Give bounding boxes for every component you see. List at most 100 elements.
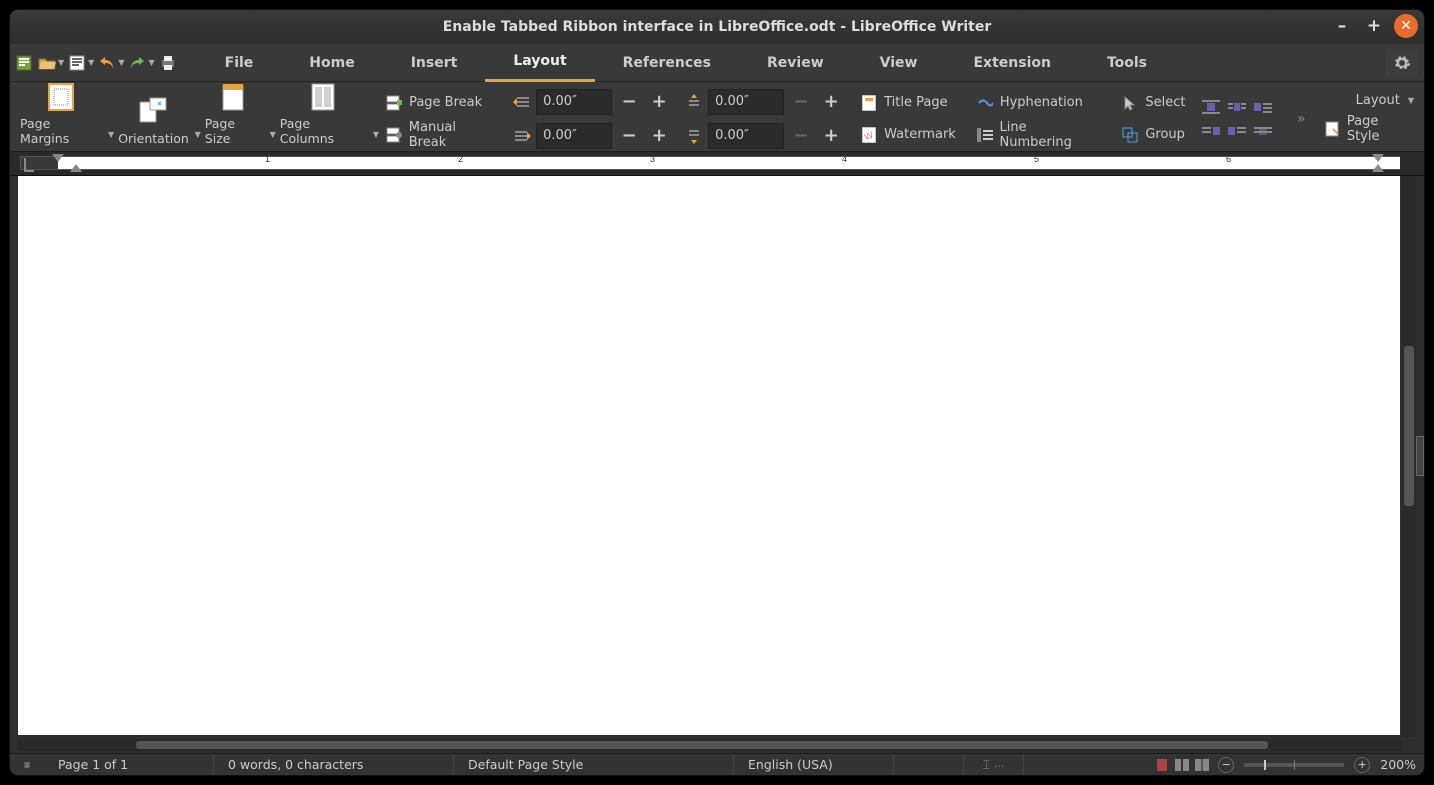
line-numbering-button[interactable]: Line Numbering	[972, 121, 1106, 149]
layout-menu-label: Layout	[1356, 93, 1400, 108]
signature-status[interactable]: ⌶…	[964, 754, 1024, 776]
save-indicator[interactable]	[10, 754, 44, 776]
print-button[interactable]	[157, 49, 179, 77]
zoom-in-button[interactable]: +	[1354, 757, 1370, 773]
tab-layout[interactable]: Layout	[485, 44, 594, 82]
horizontal-scrollbar[interactable]	[18, 739, 1402, 751]
wrap-through-icon[interactable]	[1253, 121, 1273, 141]
cursor-icon	[1121, 94, 1139, 112]
ribbon-overflow-button[interactable]: »	[1291, 86, 1311, 151]
page-style-icon	[1323, 120, 1341, 138]
left-indent-marker[interactable]	[70, 164, 82, 172]
sidebar-toggle[interactable]	[1416, 436, 1424, 476]
page-columns-button[interactable]: Page Columns ▼	[276, 86, 371, 148]
zoom-slider[interactable]	[1244, 763, 1344, 767]
minimize-button[interactable]: –	[1330, 14, 1354, 38]
horizontal-ruler[interactable]: 1 2 3 4 5 6	[10, 152, 1424, 176]
right-margin-marker[interactable]	[1372, 154, 1384, 162]
save-button[interactable]: ▼	[66, 49, 96, 77]
tab-file[interactable]: File	[197, 44, 282, 82]
chevron-down-icon: ▼	[58, 58, 64, 67]
zoom-level[interactable]: 200%	[1380, 757, 1416, 772]
indent-right-increase[interactable]: +	[646, 123, 672, 149]
tab-view[interactable]: View	[852, 44, 946, 82]
orientation-label: Orientation	[118, 131, 189, 146]
tab-home[interactable]: Home	[281, 44, 382, 82]
insert-mode[interactable]	[894, 754, 964, 776]
right-indent-marker[interactable]	[1372, 164, 1384, 172]
page-break-button[interactable]: Page Break	[381, 89, 500, 117]
indent-group: − + − +	[510, 86, 674, 151]
watermark-button[interactable]: W Watermark	[856, 121, 960, 149]
language-status[interactable]: English (USA)	[734, 754, 894, 776]
indent-left-increase[interactable]: +	[646, 89, 672, 115]
wrap-after-icon[interactable]	[1227, 121, 1247, 141]
indent-right-decrease[interactable]: −	[616, 123, 642, 149]
select-button[interactable]: Select	[1117, 89, 1189, 117]
hyphenation-group: Hyphenation Line Numbering	[970, 86, 1108, 151]
vertical-scrollbar-thumb[interactable]	[1404, 346, 1414, 506]
view-mode-icons	[1146, 758, 1218, 772]
layout-menu-button[interactable]: Layout ▼	[1356, 93, 1414, 108]
open-button[interactable]: ▼	[36, 49, 66, 77]
breaks-group: Page Break Manual Break	[379, 86, 502, 151]
word-count[interactable]: 0 words, 0 characters	[214, 754, 454, 776]
first-line-indent-marker[interactable]	[52, 154, 64, 162]
page-style-button[interactable]: Page Style	[1323, 114, 1414, 144]
page-size-button[interactable]: Page Size ▼	[201, 86, 268, 148]
page-margins-button[interactable]: Page Margins ▼	[16, 86, 106, 148]
ruler-number: 5	[1034, 154, 1039, 164]
wrap-before-icon[interactable]	[1201, 121, 1221, 141]
ruler-number: 3	[650, 154, 655, 164]
multi-page-view-icon[interactable]	[1174, 758, 1190, 772]
tab-insert[interactable]: Insert	[383, 44, 486, 82]
menubar-row: ▼ ▼ ▼ ▼ File Home Insert Layout Refe	[10, 44, 1424, 82]
wrap-group	[1199, 86, 1275, 151]
indent-left-decrease[interactable]: −	[616, 89, 642, 115]
ruler-number: 2	[458, 154, 463, 164]
chevron-down-icon: ▼	[88, 58, 94, 67]
maximize-button[interactable]: +	[1362, 14, 1386, 38]
undo-button[interactable]: ▼	[96, 49, 126, 77]
spacing-after-increase[interactable]: +	[818, 123, 844, 149]
title-page-button[interactable]: Title Page	[856, 89, 960, 117]
single-page-view-icon[interactable]	[1154, 758, 1170, 772]
line-numbering-icon	[976, 126, 994, 144]
group-button[interactable]: Group	[1117, 121, 1189, 149]
spacing-before-increase[interactable]: +	[818, 89, 844, 115]
tab-stop-icon[interactable]	[24, 158, 34, 172]
tab-extension[interactable]: Extension	[945, 44, 1078, 82]
page-style-status[interactable]: Default Page Style	[454, 754, 734, 776]
wrap-none-icon[interactable]	[1201, 97, 1221, 117]
orientation-button[interactable]: Orientation ▼	[114, 86, 193, 148]
horizontal-scroll-row	[10, 737, 1424, 753]
redo-button[interactable]: ▼	[126, 49, 156, 77]
page-surface[interactable]	[18, 176, 1400, 735]
close-button[interactable]: ✕	[1394, 14, 1418, 38]
watermark-label: Watermark	[884, 127, 956, 142]
zoom-out-button[interactable]: −	[1218, 757, 1234, 773]
status-bar: Page 1 of 1 0 words, 0 characters Defaul…	[10, 753, 1424, 775]
spacing-after-input[interactable]	[708, 123, 784, 149]
indent-left-input[interactable]	[536, 89, 612, 115]
chevron-down-icon: ▼	[148, 58, 154, 67]
tab-tools[interactable]: Tools	[1079, 44, 1175, 82]
indent-right-input[interactable]	[536, 123, 612, 149]
horizontal-scrollbar-thumb[interactable]	[136, 741, 1268, 749]
tab-review[interactable]: Review	[739, 44, 852, 82]
vertical-scrollbar[interactable]	[1402, 176, 1416, 737]
spacing-before-decrease[interactable]: −	[788, 89, 814, 115]
book-view-icon[interactable]	[1194, 758, 1210, 772]
hyphenation-button[interactable]: Hyphenation	[972, 89, 1106, 117]
wrap-parallel-icon[interactable]	[1227, 97, 1247, 117]
chevron-down-icon: ▼	[1408, 96, 1414, 105]
wrap-optimal-icon[interactable]	[1253, 97, 1273, 117]
tab-references[interactable]: References	[595, 44, 739, 82]
spacing-before-input[interactable]	[708, 89, 784, 115]
new-button[interactable]	[14, 49, 36, 77]
settings-button[interactable]	[1386, 49, 1418, 77]
manual-break-button[interactable]: Manual Break	[381, 121, 500, 149]
hyphenation-icon	[976, 94, 994, 112]
spacing-after-decrease[interactable]: −	[788, 123, 814, 149]
page-indicator[interactable]: Page 1 of 1	[44, 754, 214, 776]
